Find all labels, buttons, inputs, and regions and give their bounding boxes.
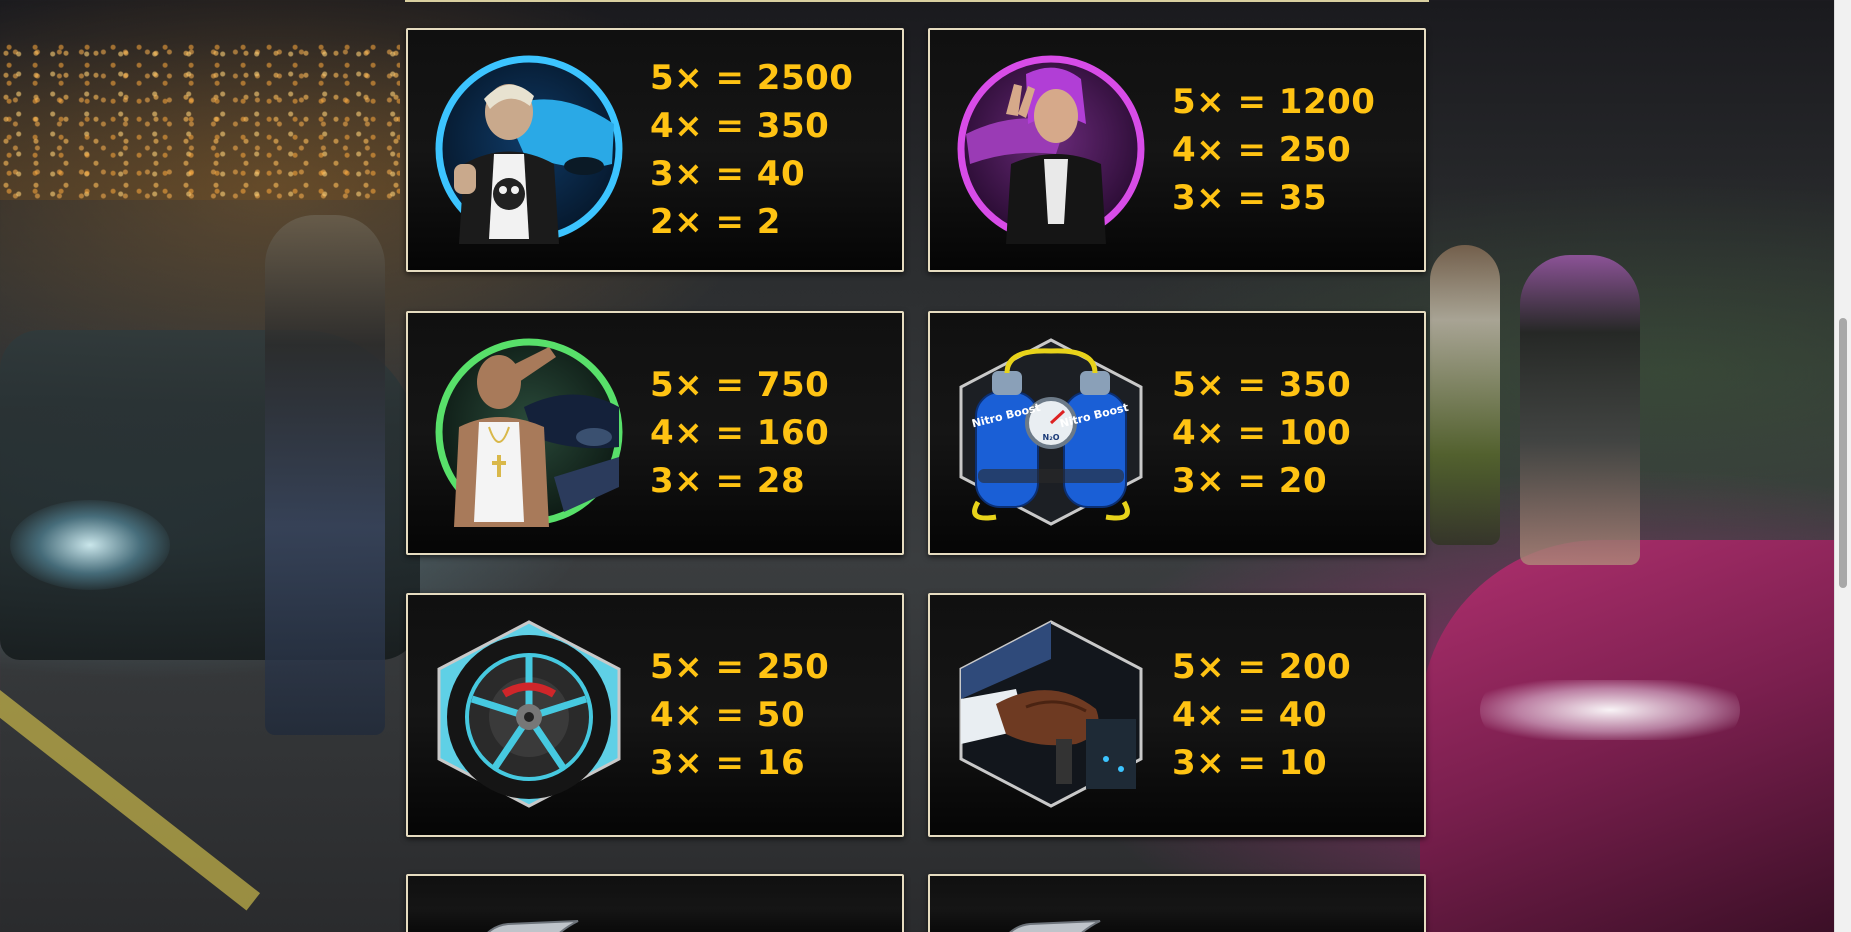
payout-5x: 5× = 250 <box>650 647 830 687</box>
nitro-gauge-label: N₂O <box>1043 433 1060 442</box>
payout-5x: 5× = 750 <box>650 365 830 405</box>
gear-shift-glove-icon <box>959 620 1143 808</box>
paytable-card: 5× = 200 4× = 40 3× = 10 <box>928 593 1426 837</box>
payout-3x: 3× = 40 <box>650 154 806 194</box>
blond-man-blue-car-icon <box>435 55 623 244</box>
purple-hair-woman-icon <box>957 55 1145 244</box>
payout-list: 5× = 250 4× = 50 3× = 16 <box>650 595 829 835</box>
payout-5x: 5× = 1200 <box>1172 82 1376 122</box>
payout-list: 5× = 200 4× = 40 3× = 10 <box>1172 595 1351 835</box>
previous-card-edge <box>405 0 1429 2</box>
road-lane-line <box>0 690 261 911</box>
left-car-background <box>0 330 420 660</box>
left-character-figure <box>265 215 385 735</box>
payout-list: 5× = 2500 4× = 350 3× = 40 2× = 2 <box>650 30 853 270</box>
payout-2x: 2× = 2 <box>650 202 781 242</box>
payout-4x: 4× = 40 <box>1172 695 1328 735</box>
paytable-card: 5× = 250 4× = 50 3× = 16 <box>406 593 904 837</box>
payout-5x: 5× = 2500 <box>650 58 854 98</box>
payout-4x: 4× = 160 <box>650 413 830 453</box>
payout-3x: 3× = 16 <box>650 743 806 783</box>
paytable-card-partial <box>406 874 904 932</box>
tattooed-man-green-car-icon <box>435 338 623 527</box>
payout-list: 5× = 750 4× = 160 3× = 28 <box>650 313 829 553</box>
payout-3x: 3× = 35 <box>1172 178 1328 218</box>
city-lights-background <box>0 40 400 200</box>
background-scene <box>0 0 1851 932</box>
payout-4x: 4× = 100 <box>1172 413 1352 453</box>
payout-4x: 4× = 250 <box>1172 130 1352 170</box>
partial-symbol-icon <box>1009 920 1101 932</box>
paytable-card: 5× = 750 4× = 160 3× = 28 <box>406 311 904 555</box>
right-character-man <box>1430 245 1500 545</box>
right-pink-car-background <box>1420 540 1851 932</box>
payout-5x: 5× = 350 <box>1172 365 1352 405</box>
payout-4x: 4× = 50 <box>650 695 806 735</box>
vertical-scrollbar[interactable] <box>1834 0 1851 932</box>
right-character-woman <box>1520 255 1640 565</box>
paytable-card-partial <box>928 874 1426 932</box>
payout-4x: 4× = 350 <box>650 106 830 146</box>
scrollbar-thumb[interactable] <box>1839 318 1847 588</box>
left-headlight-glow <box>10 500 170 590</box>
payout-5x: 5× = 200 <box>1172 647 1352 687</box>
payout-3x: 3× = 10 <box>1172 743 1328 783</box>
paytable-card: 5× = 1200 4× = 250 3× = 35 <box>928 28 1426 272</box>
wheel-rim-icon <box>437 620 621 808</box>
payout-3x: 3× = 28 <box>650 461 806 501</box>
paytable-card: N₂O Nitro Boost Nitro Boost 5× = 350 4× … <box>928 311 1426 555</box>
payout-list: 5× = 350 4× = 100 3× = 20 <box>1172 313 1351 553</box>
paytable-card: 5× = 2500 4× = 350 3× = 40 2× = 2 <box>406 28 904 272</box>
payout-3x: 3× = 20 <box>1172 461 1328 501</box>
nitro-boost-tanks-icon: N₂O Nitro Boost Nitro Boost <box>959 338 1143 526</box>
right-headlight-glow <box>1480 680 1740 740</box>
partial-symbol-icon <box>487 920 579 932</box>
payout-list: 5× = 1200 4× = 250 3× = 35 <box>1172 30 1375 270</box>
